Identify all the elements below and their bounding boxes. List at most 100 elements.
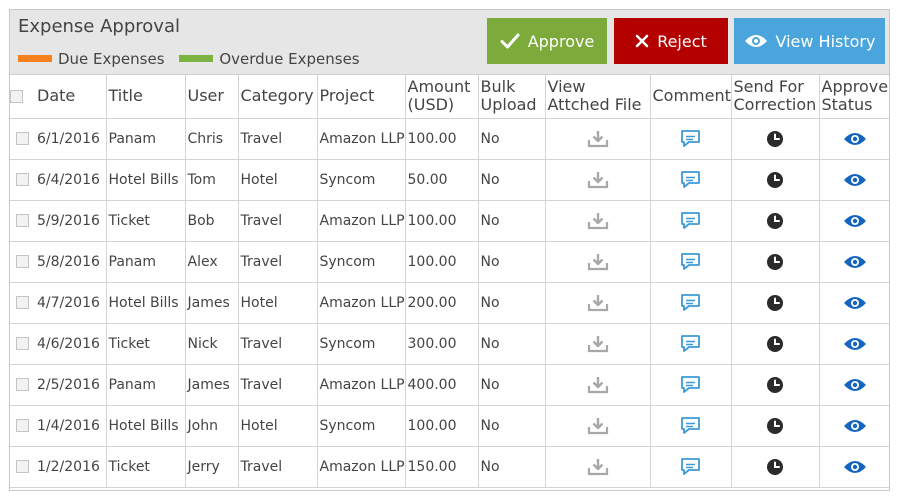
send-correction-icon[interactable] [766,417,784,434]
row-checkbox[interactable] [16,460,29,473]
cell-user: Alex [185,241,239,283]
table-row[interactable]: 4/6/2016 Ticket Nick Travel Syncom 300.00 No [10,323,889,365]
download-icon[interactable] [587,376,609,393]
send-correction-icon[interactable] [766,253,784,270]
cell-amount: 50.00 [405,159,479,201]
row-checkbox[interactable] [16,337,29,350]
cell-category: Hotel [238,405,318,447]
eye-icon[interactable] [843,418,867,434]
send-correction-icon[interactable] [766,130,784,147]
comment-icon[interactable] [680,129,702,147]
cell-bulk-upload: No [478,200,546,242]
table-row[interactable]: 6/1/2016 Panam Chris Travel Amazon LLP 100.00… [10,118,889,160]
cell-date: 1/2/2016 [35,446,107,488]
cell-date: 4/6/2016 [35,323,107,365]
cell-date: 1/4/2016 [35,405,107,447]
cell-user: Tom [185,159,239,201]
col-date[interactable]: Date [35,75,107,119]
eye-icon[interactable] [843,295,867,311]
eye-icon[interactable] [843,213,867,229]
eye-icon[interactable] [843,459,867,475]
cell-project: Amazon LLP [317,200,406,242]
cell-status [819,200,889,242]
select-all-checkbox[interactable] [10,90,23,104]
cell-amount: 100.00 [405,405,479,447]
download-icon[interactable] [587,458,609,475]
download-icon[interactable] [587,130,609,147]
comment-icon[interactable] [680,416,702,434]
cell-amount: 200.00 [405,282,479,324]
view-history-button[interactable]: View History [734,18,885,64]
cell-status [819,241,889,283]
cell-amount: 100.00 [405,118,479,160]
col-project[interactable]: Project [317,75,406,119]
download-icon[interactable] [587,294,609,311]
cell-status [819,446,889,488]
cell-status [819,282,889,324]
row-select-cell [10,323,35,365]
table-row[interactable]: 4/7/2016 Hotel Bills James Hotel Amazon LLP 2… [10,282,889,324]
cell-user: James [185,282,239,324]
cell-project: Syncom [317,323,406,365]
send-correction-icon[interactable] [766,376,784,393]
table-row[interactable]: 1/2/2016 Ticket Jerry Travel Amazon LLP 150.0… [10,446,889,488]
send-correction-icon[interactable] [766,171,784,188]
col-bulk-upload[interactable]: Bulk Upload [478,75,546,119]
eye-icon[interactable] [843,377,867,393]
approve-button[interactable]: Approve [487,18,607,64]
download-icon[interactable] [587,171,609,188]
cell-comment [650,323,732,365]
cell-status [819,323,889,365]
cell-bulk-upload: No [478,323,546,365]
col-title[interactable]: Title [106,75,186,119]
cell-date: 4/7/2016 [35,282,107,324]
cell-correction [731,241,820,283]
col-user[interactable]: User [185,75,239,119]
col-amount[interactable]: Amount (USD) [405,75,479,119]
cell-amount: 400.00 [405,364,479,406]
send-correction-icon[interactable] [766,458,784,475]
row-checkbox[interactable] [16,132,29,145]
comment-icon[interactable] [680,170,702,188]
cell-category: Travel [238,118,318,160]
reject-button[interactable]: Reject [614,18,728,64]
send-correction-icon[interactable] [766,294,784,311]
eye-icon[interactable] [843,254,867,270]
row-checkbox[interactable] [16,296,29,309]
table-row[interactable]: 1/4/2016 Hotel Bills John Hotel Syncom 100.00… [10,405,889,447]
comment-icon[interactable] [680,211,702,229]
comment-icon[interactable] [680,457,702,475]
send-correction-icon[interactable] [766,212,784,229]
eye-icon[interactable] [843,336,867,352]
legend-label-overdue: Overdue Expenses [219,49,360,68]
table-row[interactable]: 6/4/2016 Hotel Bills Tom Hotel Syncom 50.00 No [10,159,889,201]
row-checkbox[interactable] [16,255,29,268]
cell-project: Amazon LLP [317,446,406,488]
eye-icon[interactable] [843,172,867,188]
download-icon[interactable] [587,212,609,229]
send-correction-icon[interactable] [766,335,784,352]
cell-bulk-upload: No [478,282,546,324]
comment-icon[interactable] [680,334,702,352]
close-icon [635,34,649,48]
row-checkbox[interactable] [16,419,29,432]
eye-icon[interactable] [843,131,867,147]
row-checkbox[interactable] [16,378,29,391]
cell-comment [650,282,732,324]
table-row[interactable]: 5/9/2016 Ticket Bob Travel Amazon LLP 100.00 N… [10,200,889,242]
download-icon[interactable] [587,417,609,434]
cell-status [819,118,889,160]
comment-icon[interactable] [680,375,702,393]
table-row[interactable]: 2/5/2016 Panam James Travel Amazon LLP 400.00… [10,364,889,406]
download-icon[interactable] [587,253,609,270]
download-icon[interactable] [587,335,609,352]
row-checkbox[interactable] [16,214,29,227]
col-category[interactable]: Category [238,75,318,119]
expense-approval-panel: Expense Approval Due Expenses Overdue Ex… [9,9,890,491]
comment-icon[interactable] [680,293,702,311]
comment-icon[interactable] [680,252,702,270]
table-row[interactable]: 5/8/2016 Panam Alex Travel Syncom 100.00 No [10,241,889,283]
cell-category: Hotel [238,282,318,324]
row-checkbox[interactable] [16,173,29,186]
cell-status [819,405,889,447]
